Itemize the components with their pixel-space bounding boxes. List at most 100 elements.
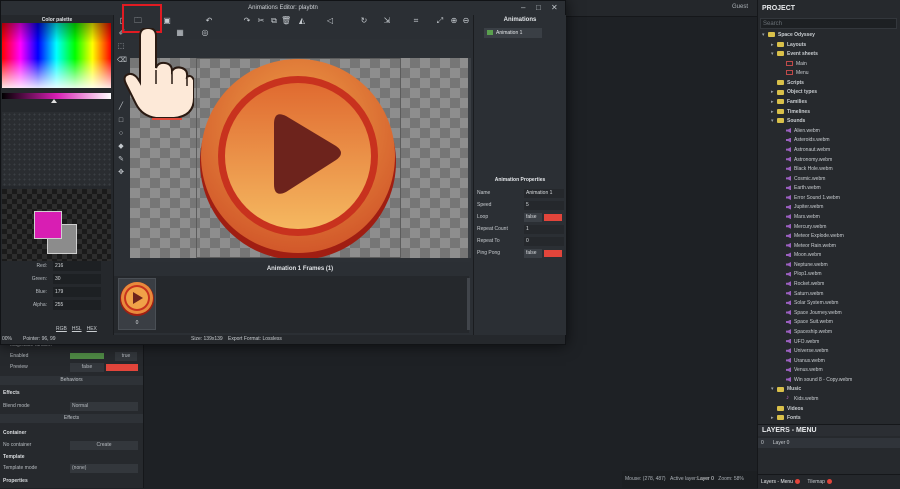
tree-item[interactable]: Cosmic.webm <box>758 175 900 185</box>
tree-item[interactable]: Videos <box>758 405 900 415</box>
prop-value[interactable]: 0 <box>524 237 564 246</box>
loop-toggle[interactable] <box>544 214 562 221</box>
slider-handle-icon[interactable] <box>51 99 57 103</box>
redo-arrow-icon[interactable]: ↷ <box>242 16 252 26</box>
zoom-in-icon[interactable]: ⊕ <box>449 16 459 26</box>
tree-item[interactable]: Alien.webm <box>758 127 900 137</box>
resize-icon[interactable]: ⇲ <box>382 16 392 26</box>
tree-item[interactable]: Win sound 8 - Copy.webm <box>758 376 900 386</box>
tree-item[interactable]: Uranus.webm <box>758 357 900 367</box>
fill-icon[interactable]: ◆ <box>117 143 125 151</box>
ellipse-icon[interactable]: ○ <box>117 130 125 138</box>
expand-icon[interactable]: ⤢ <box>435 16 445 26</box>
tree-item[interactable]: Error Sound 1.webm <box>758 194 900 204</box>
prop-value[interactable]: 5 <box>524 201 564 210</box>
undo-arrow-icon[interactable]: ↶ <box>204 16 214 26</box>
tree-item[interactable]: ▾ Sounds <box>758 117 900 127</box>
save-icon[interactable]: ▣ <box>162 16 172 26</box>
create-button[interactable]: Create <box>70 441 138 450</box>
project-search-input[interactable]: Search <box>760 18 897 29</box>
prop-value[interactable]: false <box>524 213 542 222</box>
tree-item[interactable]: UFO.webm <box>758 338 900 348</box>
tree-item[interactable]: Solar System.webm <box>758 299 900 309</box>
copy-icon[interactable]: ⧉ <box>269 16 279 26</box>
prop-value[interactable]: Animation 1 <box>524 189 564 198</box>
close-icon[interactable]: ✕ <box>551 3 558 12</box>
tree-item[interactable]: ▾ Event sheets <box>758 50 900 60</box>
tree-item[interactable]: Plop1.webm <box>758 270 900 280</box>
tree-item[interactable]: Menu <box>758 69 900 79</box>
tree-item[interactable]: Scripts <box>758 79 900 89</box>
tree-item[interactable]: Saturn.webm <box>758 290 900 300</box>
tree-item[interactable]: ▾ Space Odyssey <box>758 31 900 41</box>
canvas-scrollbar[interactable] <box>468 58 471 258</box>
hsl-link[interactable]: HSL <box>72 326 82 332</box>
blue-input[interactable]: 179 <box>53 287 101 297</box>
tree-item[interactable]: ♪ Kids.webm <box>758 395 900 405</box>
zoom-out-icon[interactable]: ⊖ <box>461 16 471 26</box>
pivot-icon[interactable]: ✥ <box>117 169 125 177</box>
play-button-image[interactable] <box>196 58 401 258</box>
cut-icon[interactable]: ✂ <box>256 16 266 26</box>
tree-item[interactable]: Space Suit.webm <box>758 318 900 328</box>
minimize-icon[interactable]: – <box>521 3 525 12</box>
flip-v-icon[interactable]: ◁ <box>325 16 335 26</box>
tree-item[interactable]: Moon.webm <box>758 251 900 261</box>
tree-item[interactable]: ▸ Object types <box>758 88 900 98</box>
ping-pong-toggle[interactable] <box>544 250 562 257</box>
tree-item[interactable]: Neptune.webm <box>758 261 900 271</box>
alpha-input[interactable]: 255 <box>53 300 101 310</box>
prop-value[interactable]: 1 <box>524 225 564 234</box>
tree-item[interactable]: Venus.webm <box>758 366 900 376</box>
tree-item[interactable]: Mars.webm <box>758 213 900 223</box>
origin-icon[interactable]: ◎ <box>200 28 210 38</box>
tree-item[interactable]: Astronomy.webm <box>758 156 900 166</box>
flip-h-icon[interactable]: ◭ <box>297 16 307 26</box>
tree-item[interactable]: Meteor Explode.webm <box>758 232 900 242</box>
tree-item[interactable]: Astronaut.webm <box>758 146 900 156</box>
tree-item[interactable]: ▸ Layouts <box>758 41 900 51</box>
front-color-swatch[interactable] <box>34 211 62 239</box>
tree-item[interactable]: Main <box>758 60 900 70</box>
close-icon[interactable] <box>794 479 800 485</box>
tree-item[interactable]: Spaceship.webm <box>758 328 900 338</box>
layer-row[interactable]: 0 Layer 0 <box>758 438 900 448</box>
green-input[interactable]: 30 <box>53 274 101 284</box>
tree-item[interactable]: ▾ Music <box>758 385 900 395</box>
delete-icon[interactable]: 🗑 <box>281 16 291 26</box>
tree-item[interactable]: ▸ Families <box>758 98 900 108</box>
close-icon[interactable] <box>826 479 832 485</box>
eyedropper-icon[interactable]: ✎ <box>117 156 125 164</box>
blend-mode-select[interactable]: Normal <box>70 402 138 411</box>
hex-link[interactable]: HEX <box>87 326 97 332</box>
tree-item[interactable]: ▸ Timelines <box>758 108 900 118</box>
behaviors-header[interactable]: Behaviors <box>0 376 143 385</box>
tree-item[interactable]: Earth.webm <box>758 184 900 194</box>
tree-item[interactable]: Asteroids.webm <box>758 136 900 146</box>
tree-item[interactable]: Jupiter.webm <box>758 203 900 213</box>
maximize-icon[interactable]: □ <box>536 3 541 12</box>
tree-item[interactable]: Universe.webm <box>758 347 900 357</box>
user-label[interactable]: Guest <box>732 4 748 10</box>
crop-icon[interactable]: ⌗ <box>411 16 421 26</box>
tree-item[interactable]: Black Hole.webm <box>758 165 900 175</box>
animation-item[interactable]: Animation 1 <box>484 28 542 38</box>
prop-value[interactable]: false <box>524 249 542 258</box>
preview-value[interactable]: false <box>70 363 104 372</box>
template-mode-select[interactable]: (none) <box>70 464 138 473</box>
enabled-value[interactable]: true <box>115 352 137 361</box>
rotate-icon[interactable]: ↻ <box>359 16 369 26</box>
frames-scrollbar[interactable] <box>467 278 470 330</box>
red-input[interactable]: 216 <box>53 261 101 271</box>
rgb-link[interactable]: RGB <box>56 326 67 332</box>
swatch-grid[interactable] <box>2 112 111 186</box>
preview-toggle[interactable] <box>106 364 138 371</box>
tab-tilemap[interactable]: Tilemap <box>807 479 825 485</box>
tab-layers[interactable]: Layers - Menu <box>761 479 793 485</box>
tree-item[interactable]: ▸ Fonts <box>758 414 900 424</box>
effects-header[interactable]: Effects <box>0 414 143 423</box>
tree-item[interactable]: Mercury.webm <box>758 223 900 233</box>
tree-item[interactable]: Space Journey.webm <box>758 309 900 319</box>
tree-item[interactable]: Meteor Rain.webm <box>758 242 900 252</box>
tree-item[interactable]: Rocket.webm <box>758 280 900 290</box>
